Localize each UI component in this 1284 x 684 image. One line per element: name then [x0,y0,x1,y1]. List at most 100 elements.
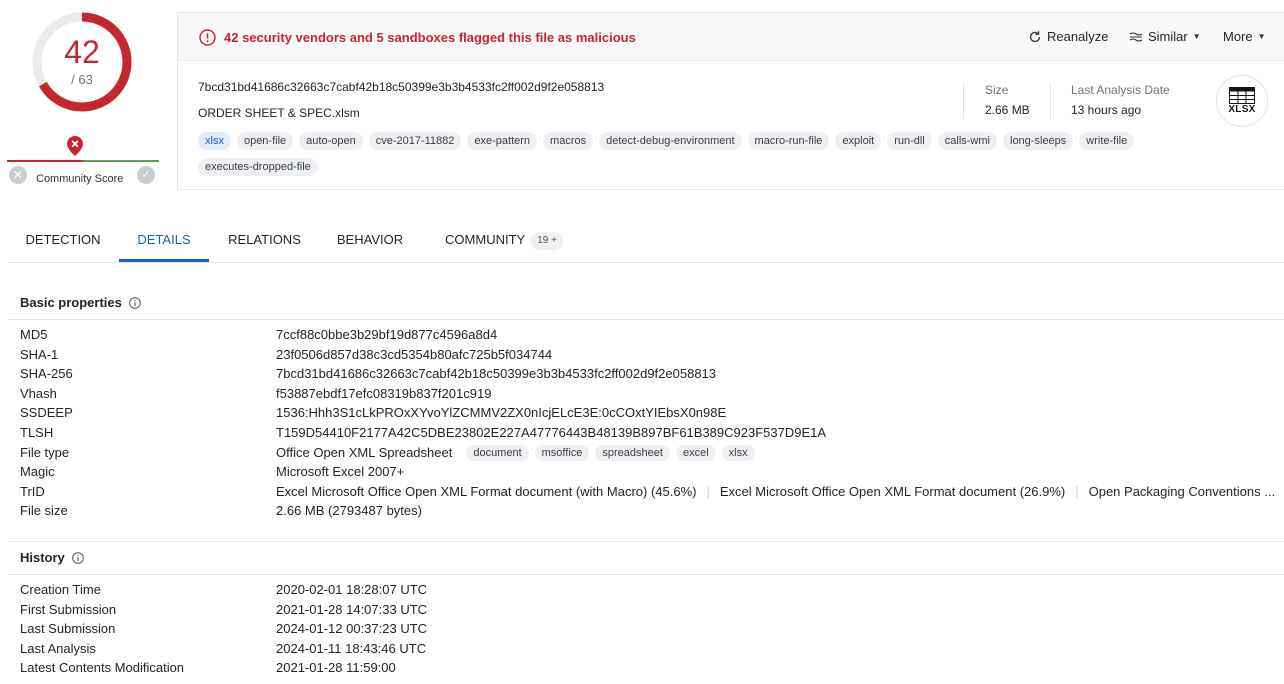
vote-harmless-icon[interactable]: ✓ [137,166,155,184]
property-row: Vhash f53887ebdf17efc08319b837f201c919 [20,386,1280,406]
property-row: Magic Microsoft Excel 2007+ [20,464,1280,484]
history-value: 2021-01-28 14:07:33 UTC [276,601,428,617]
file-type-tag[interactable]: msoffice [534,444,590,461]
property-label: SHA-1 [20,346,59,362]
section-divider [8,541,1284,542]
refresh-icon [1029,30,1041,42]
history-row: Latest Contents Modification 2021-01-28 1… [20,660,1280,680]
file-tag[interactable]: xlsx [198,132,231,150]
property-label: TLSH [20,425,54,440]
property-value: 2.66 MB (2793487 bytes) [276,503,422,518]
more-label: More [1223,29,1253,44]
tab-community[interactable]: COMMUNITY 19 + [434,218,574,262]
file-summary-card: 42 security vendors and 5 sandboxes flag… [177,12,1284,190]
score-total: / 63 [71,72,93,87]
file-tag[interactable]: open-file [236,132,294,150]
property-label: MD5 [20,327,48,342]
property-value: 7ccf88c0bbe3b29bf19d877c4596a8d4 [276,327,497,342]
file-type-tag[interactable]: document [466,444,529,461]
file-type-badge: XLSX [1216,75,1268,127]
property-value: 23f0506d857d38c3cd5354b80afc725b5f034744 [276,347,552,362]
basic-properties-heading: Basic properties [20,295,122,310]
file-tag[interactable]: auto-open [299,132,363,150]
file-tag[interactable]: executes-dropped-file [198,158,318,176]
property-row: SSDEEP 1536:Hhh3S1cLkPROxXYvoYlZCMMV2ZX0n… [20,405,1280,425]
map-pin-x-icon [67,136,83,156]
caret-down-icon: ▼ [1192,32,1201,41]
property-value-text: T159D54410F2177A42C5DBE23802E227A4777644… [276,425,827,440]
separator: | [1075,483,1079,499]
info-icon[interactable] [71,551,84,564]
property-value: 7bcd31bd41686c32663c7cabf42b18c50399e3b3… [276,366,716,381]
file-type-tag[interactable]: excel [675,444,716,461]
score-text: 42 / 63 [31,11,133,113]
history-label: Last Submission [20,621,116,637]
similar-dropdown[interactable]: Similar ▼ [1129,29,1201,44]
tab-detection-label: DETECTION [25,232,101,247]
history-row: First Submission 2021-01-28 14:07:33 UTC [20,602,1280,622]
property-label: TrID [20,483,45,499]
property-row: File type Office Open XML Spreadsheet docu… [20,444,1280,465]
more-dropdown[interactable]: More ▼ [1223,29,1266,44]
file-type-tag[interactable]: xlsx [721,444,755,461]
file-type-tag[interactable]: spreadsheet [595,444,670,461]
property-value-text: 7bcd31bd41686c32663c7cabf42b18c50399e3b3… [276,366,717,382]
similar-label: Similar [1148,29,1188,44]
file-tag[interactable]: calls-wmi [937,132,997,150]
file-size-block: Size 2.66 MB [963,83,1030,119]
file-tag[interactable]: long-sleeps [1003,132,1074,150]
community-score-bar [7,160,159,162]
property-row: MD5 7ccf88c0bbe3b29bf19d877c4596a8d4 [20,327,1280,347]
history-label: Last Analysis [20,640,96,656]
last-analysis-value: 13 hours ago [1071,103,1142,117]
property-row: TrID Excel Microsoft Office Open XML Form… [20,484,1280,504]
file-tag[interactable]: detect-debug-environment [599,132,742,150]
tab-detection[interactable]: DETECTION [8,218,118,262]
separator: | [706,483,710,499]
property-row: SHA-1 23f0506d857d38c3cd5354b80afc725b5f0… [20,347,1280,367]
tab-details[interactable]: DETAILS [119,218,209,262]
basic-properties-title: Basic properties [20,295,141,310]
property-value-text: Microsoft Excel 2007+ [276,464,405,480]
file-tag[interactable]: run-dll [887,132,932,150]
history-heading: History [20,550,65,565]
file-tag[interactable]: macros [543,132,594,150]
tab-behavior[interactable]: BEHAVIOR [326,218,414,262]
tab-relations[interactable]: RELATIONS [218,218,311,262]
vote-harmful-icon[interactable]: ✕ [9,166,27,184]
report-tabs: DETECTION DETAILS RELATIONS BEHAVIOR COM… [8,218,1284,263]
history-label: Latest Contents Modification [20,660,185,676]
property-label: Vhash [20,385,57,401]
section-divider [8,319,1284,320]
property-value: Microsoft Excel 2007+ [276,464,404,479]
similar-icon [1129,31,1143,42]
property-value-text: 7ccf88c0bbe3b29bf19d877c4596a8d4 [276,327,498,342]
history-label: First Submission [20,601,117,617]
property-label: File type [20,444,70,460]
size-label: Size [985,83,1009,97]
file-tag[interactable]: write-file [1079,132,1135,150]
file-tag[interactable]: exe-pattern [467,132,538,150]
property-value: Office Open XML Spreadsheet document msoff… [276,444,755,461]
community-count-badge: 19 + [531,232,563,250]
caret-down-icon: ▼ [1257,32,1266,41]
property-row: File size 2.66 MB (2793487 bytes) [20,503,1280,523]
file-tag[interactable]: macro-run-file [747,132,830,150]
property-label: File size [20,503,68,519]
history-title: History [20,550,84,565]
property-value: f53887ebdf17efc08319b837f201c919 [276,386,491,401]
trid-entry: Open Packaging Conventions ... [1088,483,1276,499]
info-icon[interactable] [129,296,141,309]
tab-relations-label: RELATIONS [228,232,301,247]
property-value-text: Office Open XML Spreadsheet [276,445,453,461]
reanalyze-button[interactable]: Reanalyze [1028,29,1108,44]
last-analysis-block: Last Analysis Date 13 hours ago [1050,83,1170,119]
file-tag[interactable]: exploit [835,132,882,150]
file-tag[interactable]: cve-2017-11882 [368,132,462,150]
property-value-text: 23f0506d857d38c3cd5354b80afc725b5f034744 [276,346,553,362]
file-hash[interactable]: 7bcd31bd41686c32663c7cabf42b18c50399e3b3… [198,80,604,94]
history-label: Creation Time [20,582,101,597]
detection-score: 42 / 63 ✕ Community Score ✓ [0,0,170,190]
alert-bar: 42 security vendors and 5 sandboxes flag… [178,13,1284,61]
property-value-text: 2.66 MB (2793487 bytes) [276,503,422,519]
